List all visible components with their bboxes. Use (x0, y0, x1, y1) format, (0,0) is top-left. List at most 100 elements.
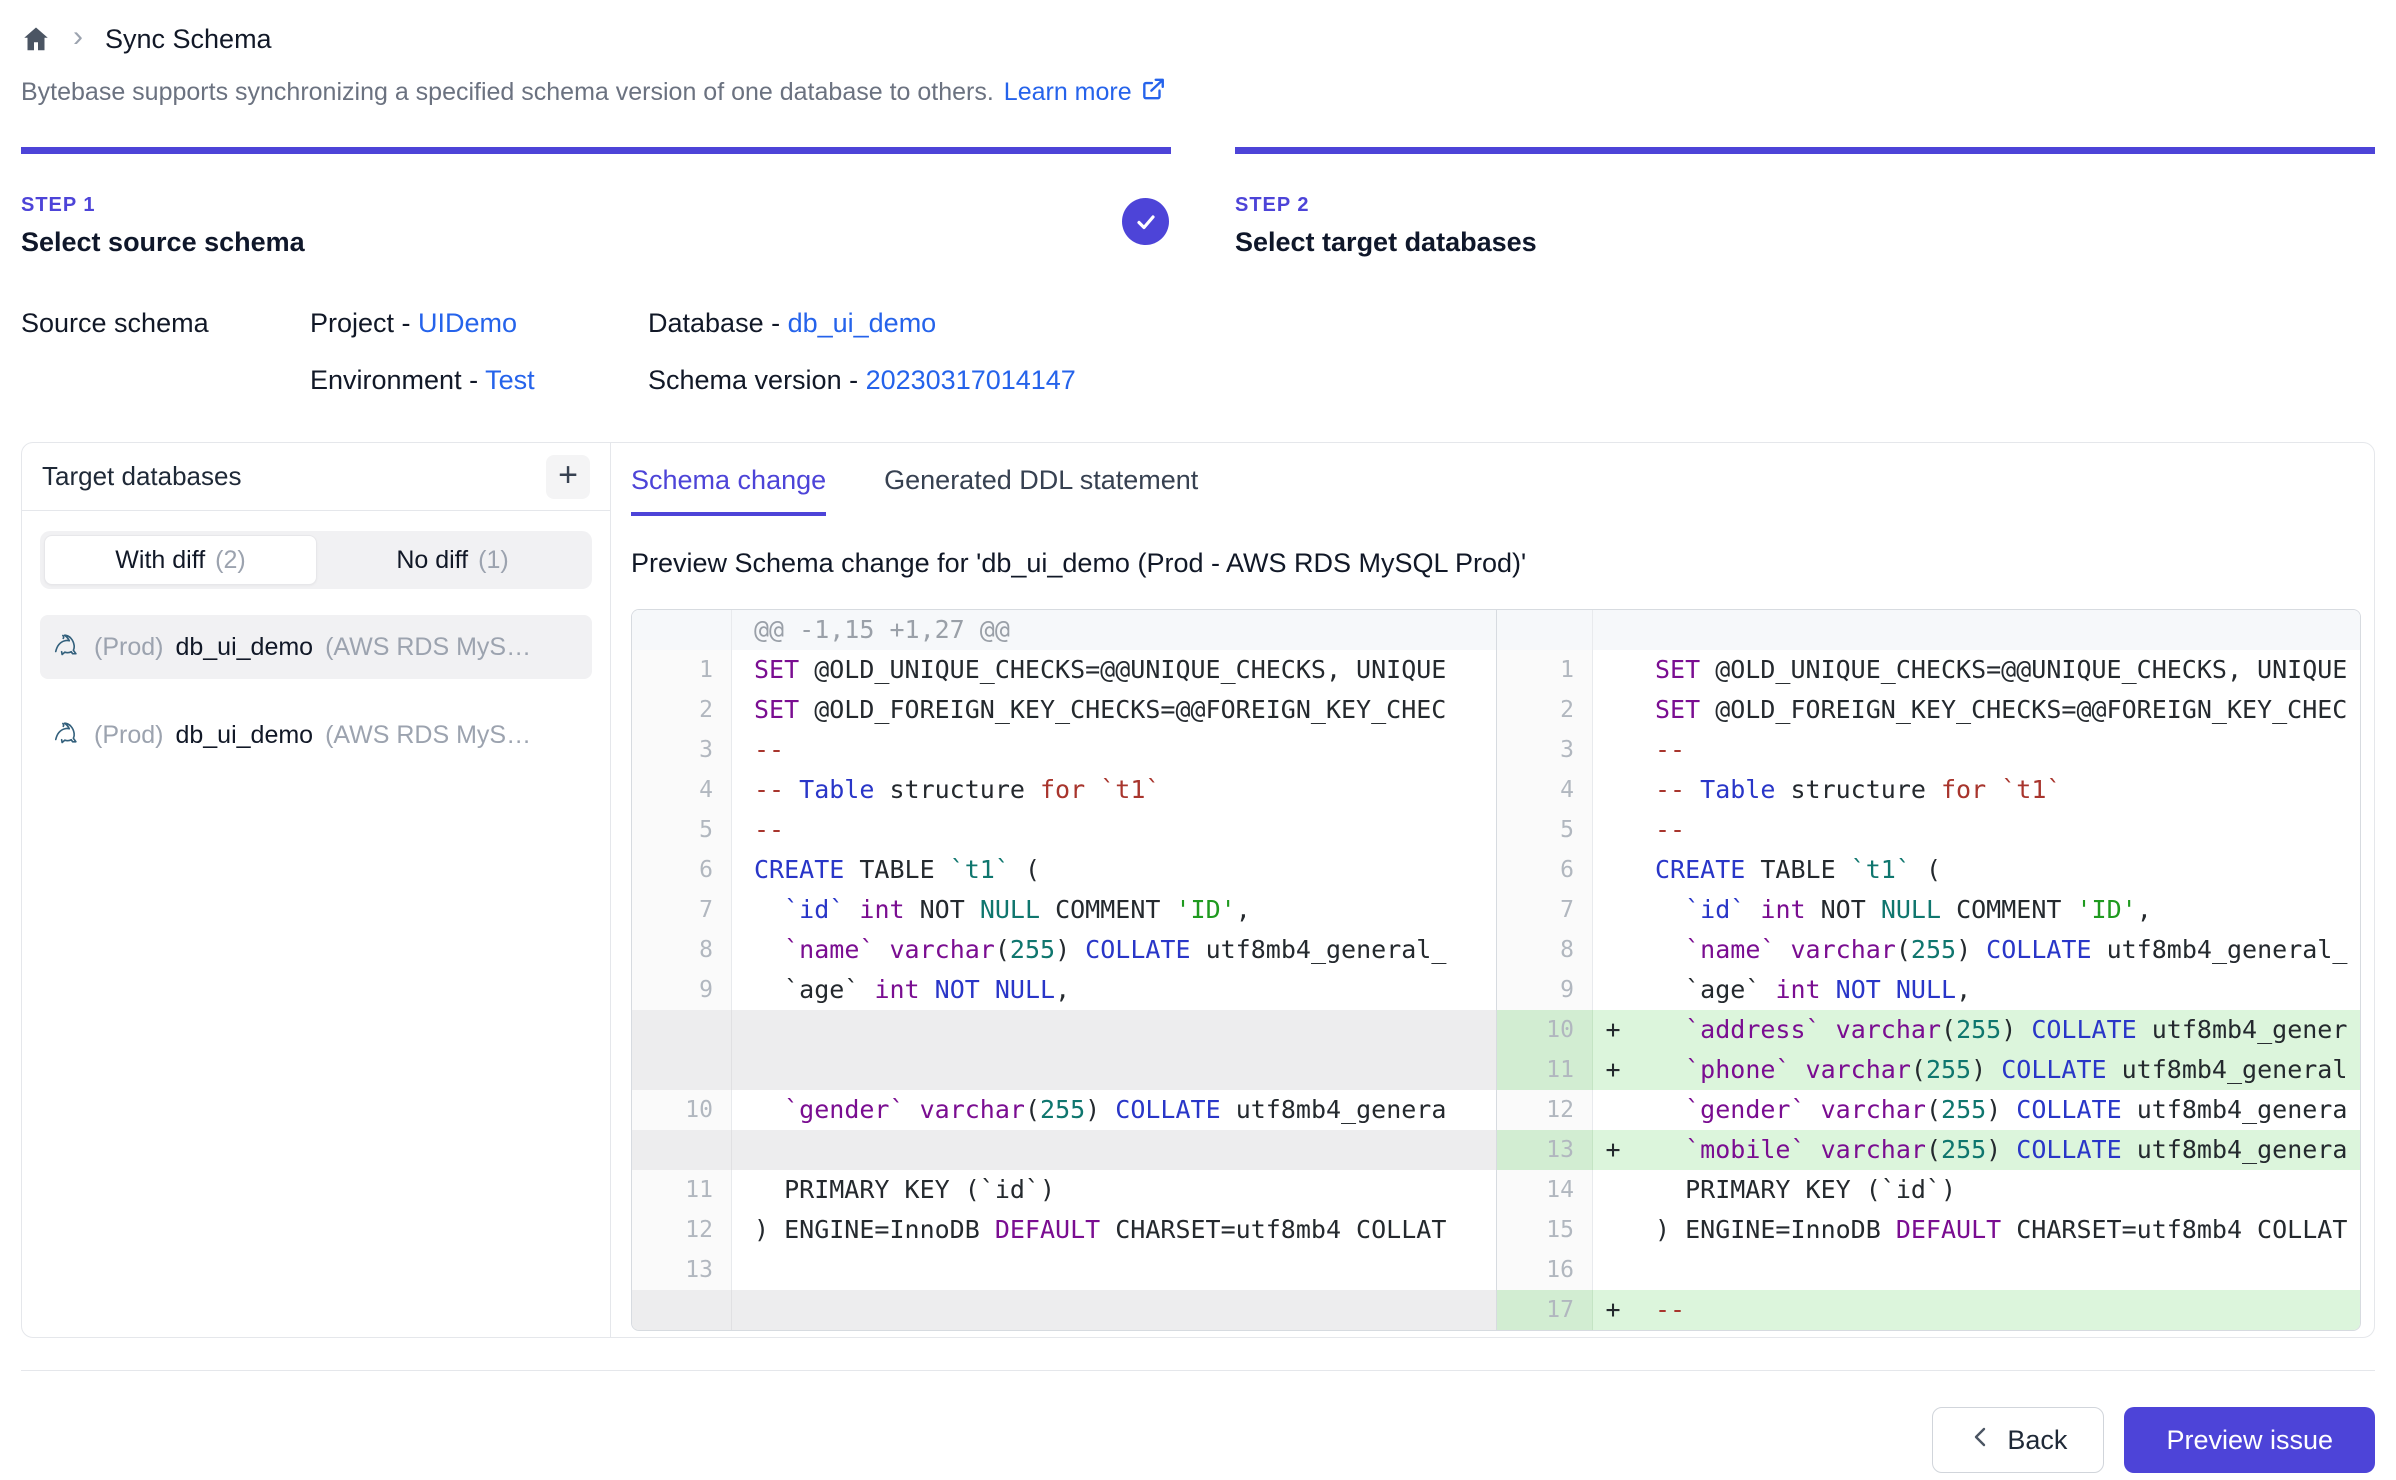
environment-link[interactable]: Test (485, 365, 535, 395)
diff-row (632, 1050, 1496, 1090)
diff-row: 5-- (1497, 810, 2360, 850)
diff-row: 1SET @OLD_UNIQUE_CHECKS=@@UNIQUE_CHECKS,… (1497, 650, 2360, 690)
diff-row: 12 `gender` varchar(255) COLLATE utf8mb4… (1497, 1090, 2360, 1130)
step-1: STEP 1 Select source schema (21, 147, 1171, 258)
diff-add-marker (1593, 930, 1633, 970)
schema-version-link[interactable]: 20230317014147 (866, 365, 1076, 395)
add-target-database-button[interactable]: + (546, 455, 590, 499)
diff-row (632, 1010, 1496, 1050)
diff-row: 10 `gender` varchar(255) COLLATE utf8mb4… (632, 1090, 1496, 1130)
code-line: `phone` varchar(255) COLLATE utf8mb4_gen… (1633, 1050, 2360, 1090)
code-line: SET @OLD_UNIQUE_CHECKS=@@UNIQUE_CHECKS, … (1633, 650, 2360, 690)
diff-row: 17+-- (1497, 1290, 2360, 1330)
line-number: 6 (632, 850, 732, 890)
diff-row: 2SET @OLD_FOREIGN_KEY_CHECKS=@@FOREIGN_K… (632, 690, 1496, 730)
page-description: Bytebase supports synchronizing a specif… (21, 76, 2375, 109)
db-instance: (AWS RDS MyS… (325, 721, 531, 750)
db-name: db_ui_demo (175, 633, 313, 662)
diff-row: @@ -1,15 +1,27 @@ (632, 610, 1496, 650)
diff-add-marker (1593, 1250, 1633, 1290)
diff-row: 5-- (632, 810, 1496, 850)
db-name: db_ui_demo (175, 721, 313, 750)
line-number (1497, 610, 1593, 650)
preview-issue-button[interactable]: Preview issue (2124, 1407, 2375, 1473)
diff-row: 13 (632, 1250, 1496, 1290)
diff-row: 13+ `mobile` varchar(255) COLLATE utf8mb… (1497, 1130, 2360, 1170)
code-line: -- (732, 730, 1496, 770)
code-line: SET @OLD_FOREIGN_KEY_CHECKS=@@FOREIGN_KE… (732, 690, 1496, 730)
code-line (732, 1290, 1496, 1330)
line-number: 3 (1497, 730, 1593, 770)
diff-add-marker (1593, 1210, 1633, 1250)
tab-no-diff[interactable]: No diff (1) (317, 535, 588, 585)
db-environment: (Prod) (94, 721, 163, 750)
home-icon[interactable] (21, 24, 51, 54)
diff-row: 9 `age` int NOT NULL, (632, 970, 1496, 1010)
line-number: 10 (1497, 1010, 1593, 1050)
diff-add-marker (1593, 730, 1633, 770)
line-number: 4 (632, 770, 732, 810)
mysql-icon (52, 717, 82, 754)
code-line: `id` int NOT NULL COMMENT 'ID', (1633, 890, 2360, 930)
line-number: 11 (632, 1170, 732, 1210)
database-list-item[interactable]: (Prod) db_ui_demo (AWS RDS MyS… (40, 703, 592, 767)
diff-row: 12) ENGINE=InnoDB DEFAULT CHARSET=utf8mb… (632, 1210, 1496, 1250)
code-line: `address` varchar(255) COLLATE utf8mb4_g… (1633, 1010, 2360, 1050)
line-number: 5 (1497, 810, 1593, 850)
diff-row: 2SET @OLD_FOREIGN_KEY_CHECKS=@@FOREIGN_K… (1497, 690, 2360, 730)
line-number: 2 (632, 690, 732, 730)
target-databases-title: Target databases (42, 461, 241, 492)
line-number: 13 (1497, 1130, 1593, 1170)
description-text: Bytebase supports synchronizing a specif… (21, 78, 994, 107)
diff-row (632, 1290, 1496, 1330)
line-number (632, 1050, 732, 1090)
diff-add-marker (1593, 770, 1633, 810)
schema-version-field: Schema version - 20230317014147 (648, 365, 2375, 396)
line-number: 13 (632, 1250, 732, 1290)
diff-row: 9 `age` int NOT NULL, (1497, 970, 2360, 1010)
diff-pane-old: @@ -1,15 +1,27 @@1SET @OLD_UNIQUE_CHECKS… (632, 610, 1496, 1330)
diff-add-marker: + (1593, 1010, 1633, 1050)
code-line: `gender` varchar(255) COLLATE utf8mb4_ge… (1633, 1090, 2360, 1130)
sync-schema-page: › Sync Schema Bytebase supports synchron… (0, 0, 2396, 1480)
line-number (632, 1290, 732, 1330)
diff-filter-tabs: With diff (2) No diff (1) (40, 531, 592, 589)
line-number: 8 (1497, 930, 1593, 970)
preview-tabs: Schema change Generated DDL statement (631, 465, 2361, 516)
code-line (732, 1010, 1496, 1050)
database-list-item[interactable]: (Prod) db_ui_demo (AWS RDS MyS… (40, 615, 592, 679)
db-instance: (AWS RDS MyS… (325, 633, 531, 662)
line-number: 17 (1497, 1290, 1593, 1330)
code-line: -- (732, 810, 1496, 850)
step-1-title: Select source schema (21, 227, 1171, 258)
with-diff-count: (2) (215, 546, 246, 575)
tab-generated-ddl[interactable]: Generated DDL statement (884, 465, 1198, 516)
db-environment: (Prod) (94, 633, 163, 662)
code-line: -- Table structure for `t1` (732, 770, 1496, 810)
tab-with-diff[interactable]: With diff (2) (44, 535, 317, 585)
diff-row (632, 1130, 1496, 1170)
step-1-label: STEP 1 (21, 194, 1171, 217)
line-number: 9 (1497, 970, 1593, 1010)
line-number: 16 (1497, 1250, 1593, 1290)
step-2-title: Select target databases (1235, 227, 2375, 258)
project-link[interactable]: UIDemo (418, 308, 517, 338)
back-button[interactable]: Back (1932, 1407, 2104, 1473)
diff-row: 16 (1497, 1250, 2360, 1290)
line-number: 4 (1497, 770, 1593, 810)
tab-schema-change[interactable]: Schema change (631, 465, 826, 516)
diff-row: 11 PRIMARY KEY (`id`) (632, 1170, 1496, 1210)
diff-add-marker (1593, 850, 1633, 890)
diff-hunk-header: @@ -1,15 +1,27 @@ (732, 610, 1496, 650)
code-line: -- (1633, 1290, 2360, 1330)
plus-icon: + (558, 458, 578, 492)
diff-row (1497, 610, 2360, 650)
line-number: 12 (632, 1210, 732, 1250)
database-link[interactable]: db_ui_demo (788, 308, 937, 338)
learn-more-link[interactable]: Learn more (1004, 76, 1166, 109)
line-number: 14 (1497, 1170, 1593, 1210)
code-line (1633, 1250, 2360, 1290)
diff-row: 8 `name` varchar(255) COLLATE utf8mb4_ge… (1497, 930, 2360, 970)
database-field: Database - db_ui_demo (648, 308, 2375, 339)
main-panel: Target databases + With diff (2) No diff… (21, 442, 2375, 1338)
